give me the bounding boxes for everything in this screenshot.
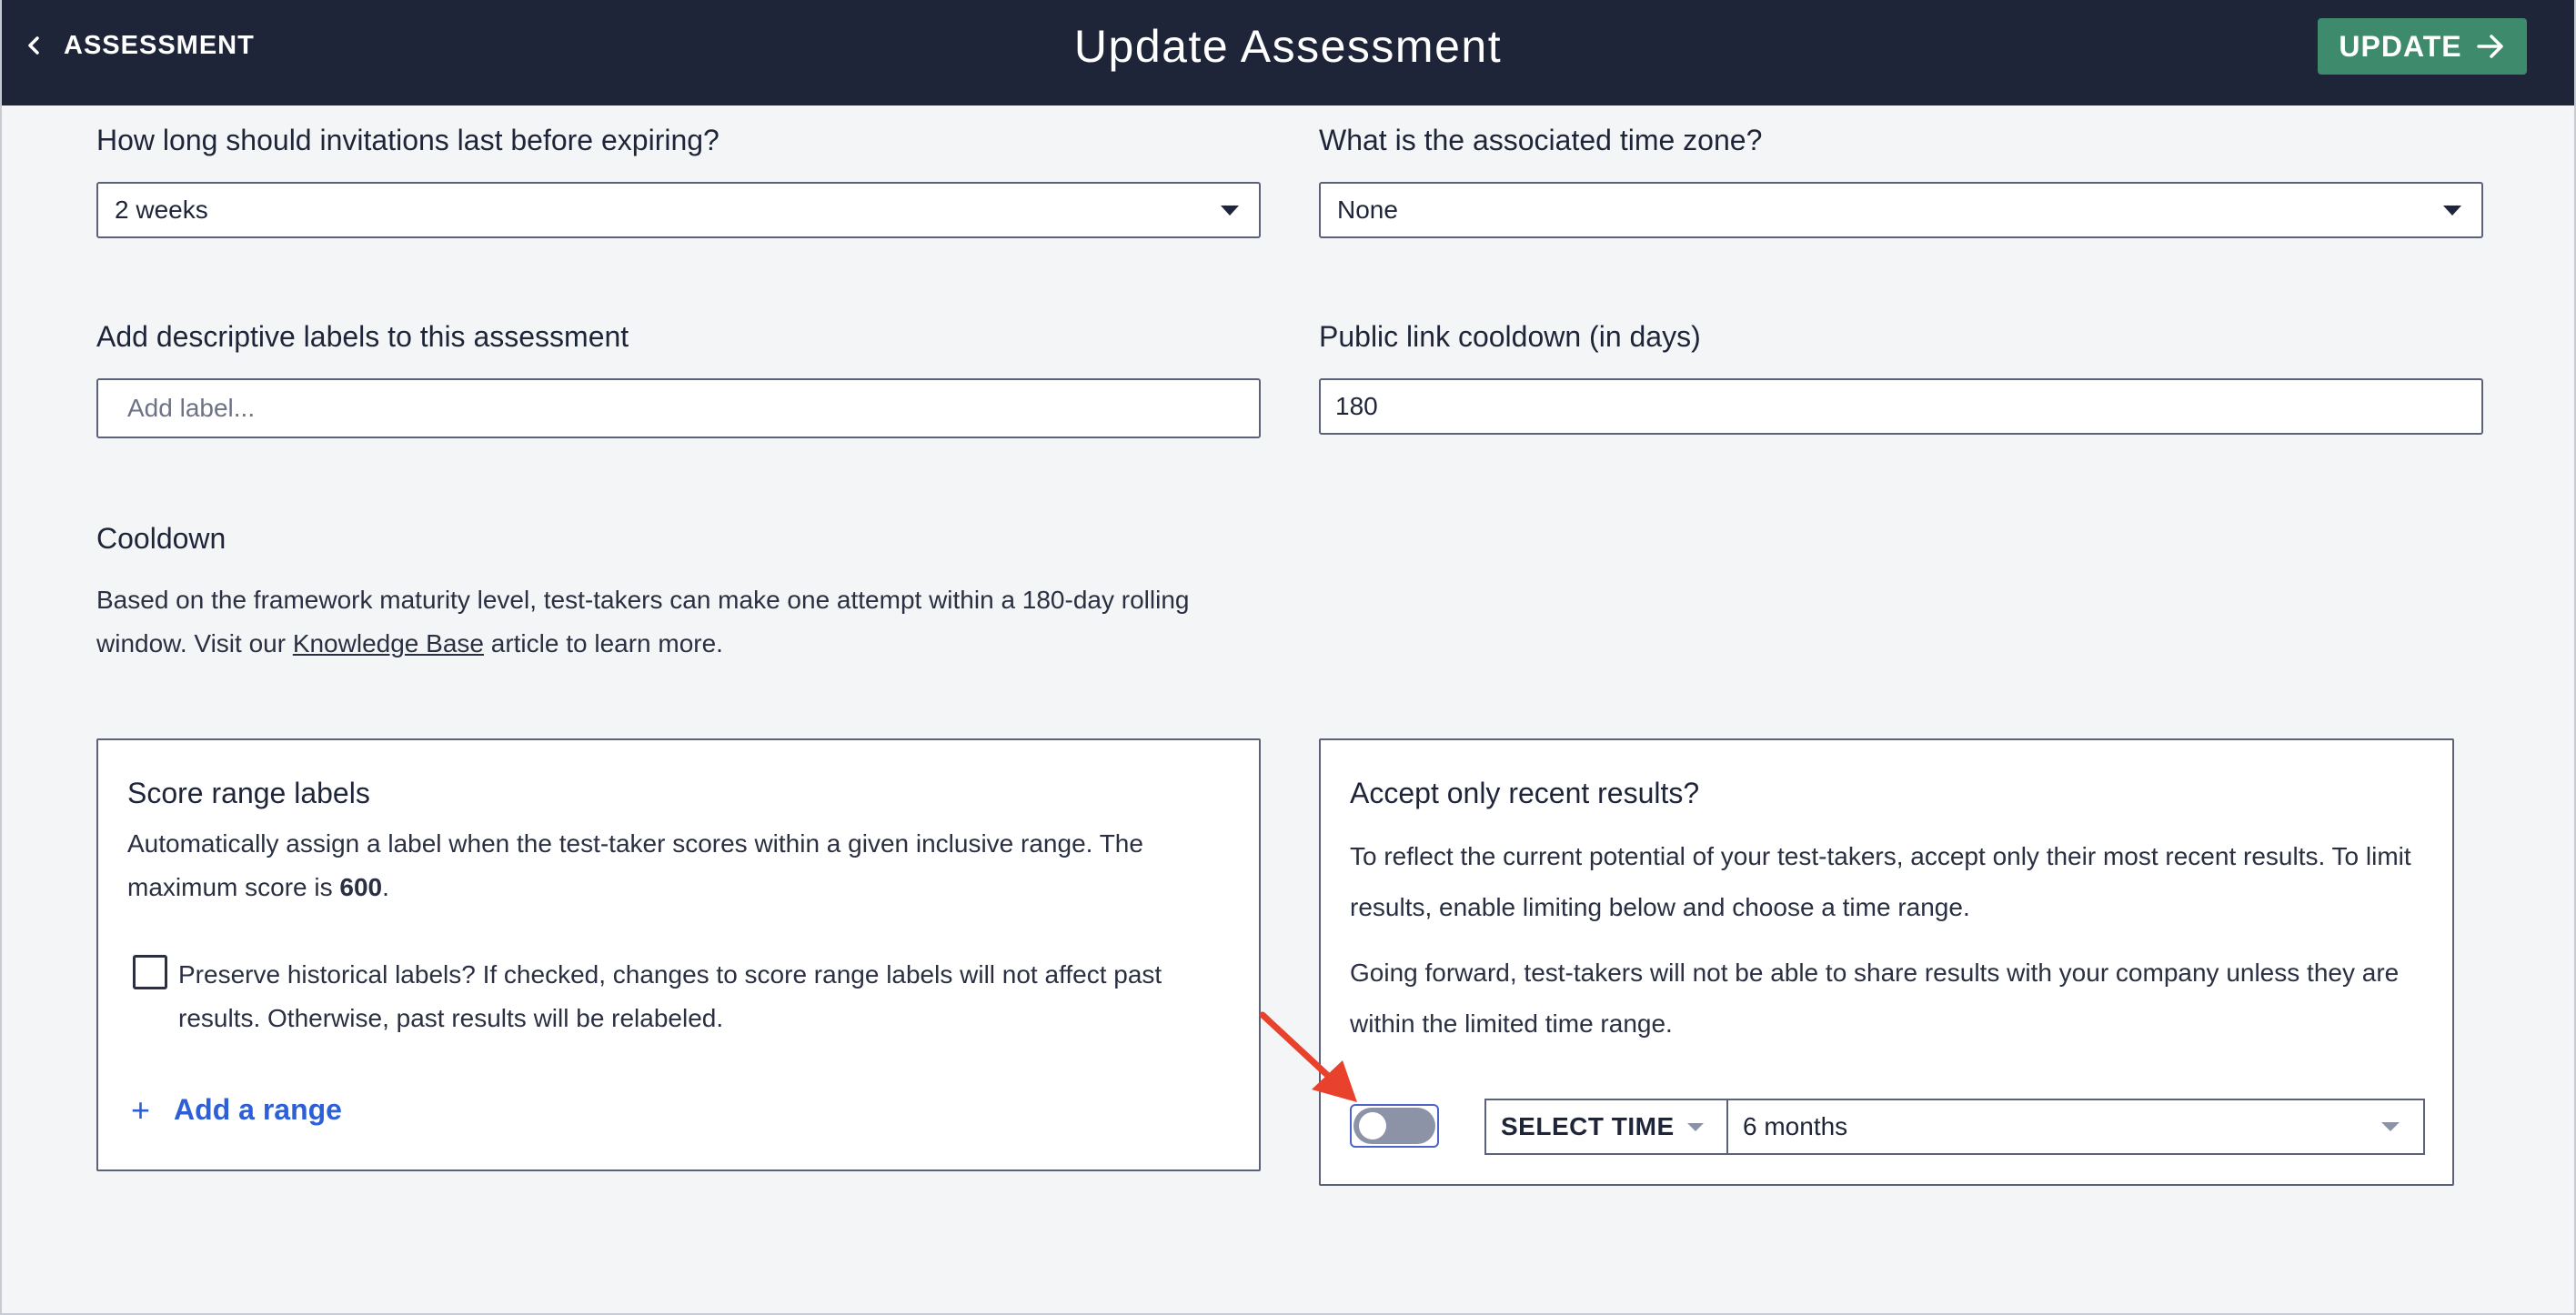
- select-time-dropdown[interactable]: SELECT TIME: [1484, 1099, 1728, 1155]
- top-bar: ASSESSMENT Update Assessment UPDATE: [0, 0, 2576, 105]
- chevron-down-icon: [1686, 1122, 1704, 1131]
- add-range-button[interactable]: + Add a range: [131, 1093, 342, 1127]
- timezone-value: None: [1337, 196, 1398, 224]
- recent-results-title: Accept only recent results?: [1350, 777, 1700, 809]
- select-time-label: SELECT TIME: [1501, 1112, 1675, 1140]
- toggle-track: [1353, 1108, 1435, 1144]
- expiry-value: 2 weeks: [115, 196, 208, 224]
- timezone-label: What is the associated time zone?: [1319, 124, 1763, 156]
- time-range-select[interactable]: 6 months: [1726, 1099, 2425, 1155]
- chevron-down-icon: [2381, 1122, 2400, 1131]
- recent-results-p1: To reflect the current potential of your…: [1350, 842, 2411, 921]
- cooldown-description: Based on the framework maturity level, t…: [96, 578, 1270, 666]
- score-text-before: Automatically assign a label when the te…: [127, 829, 1143, 901]
- cooldown-text-after: article to learn more.: [483, 629, 723, 658]
- recent-results-p2: Going forward, test-takers will not be a…: [1350, 959, 2400, 1038]
- knowledge-base-link[interactable]: Knowledge Base: [293, 629, 484, 658]
- cooldown-days-input[interactable]: [1319, 378, 2483, 435]
- toggle-knob: [1359, 1112, 1386, 1139]
- cooldown-heading: Cooldown: [96, 522, 226, 555]
- preserve-labels-checkbox[interactable]: [133, 955, 167, 989]
- chevron-down-icon: [2443, 206, 2461, 216]
- limit-results-toggle[interactable]: [1350, 1104, 1439, 1148]
- red-arrow-icon: [1259, 1011, 1357, 1102]
- add-range-label: Add a range: [174, 1093, 342, 1126]
- preserve-labels-text: Preserve historical labels? If checked, …: [178, 960, 1162, 1032]
- plus-icon: +: [131, 1090, 151, 1129]
- time-range-value: 6 months: [1743, 1112, 1848, 1140]
- score-range-title: Score range labels: [127, 777, 370, 809]
- expiry-label: How long should invitations last before …: [96, 124, 719, 156]
- score-text-after: .: [382, 873, 389, 901]
- score-range-card: Score range labels Automatically assign …: [96, 738, 1261, 1171]
- recent-results-card: Accept only recent results? To reflect t…: [1319, 738, 2454, 1186]
- timezone-select[interactable]: None: [1319, 182, 2483, 238]
- update-button-label: UPDATE: [2339, 29, 2462, 63]
- max-score: 600: [339, 873, 383, 901]
- add-label-input[interactable]: [96, 378, 1261, 438]
- chevron-down-icon: [1221, 206, 1239, 216]
- cooldown-days-label: Public link cooldown (in days): [1319, 320, 1701, 353]
- expiry-select[interactable]: 2 weeks: [96, 182, 1261, 238]
- score-range-description: Automatically assign a label when the te…: [127, 822, 1219, 909]
- labels-label: Add descriptive labels to this assessmen…: [96, 320, 629, 353]
- page-title: Update Assessment: [1073, 21, 1503, 72]
- arrow-right-icon: [2476, 35, 2503, 58]
- update-button[interactable]: UPDATE: [2318, 18, 2527, 75]
